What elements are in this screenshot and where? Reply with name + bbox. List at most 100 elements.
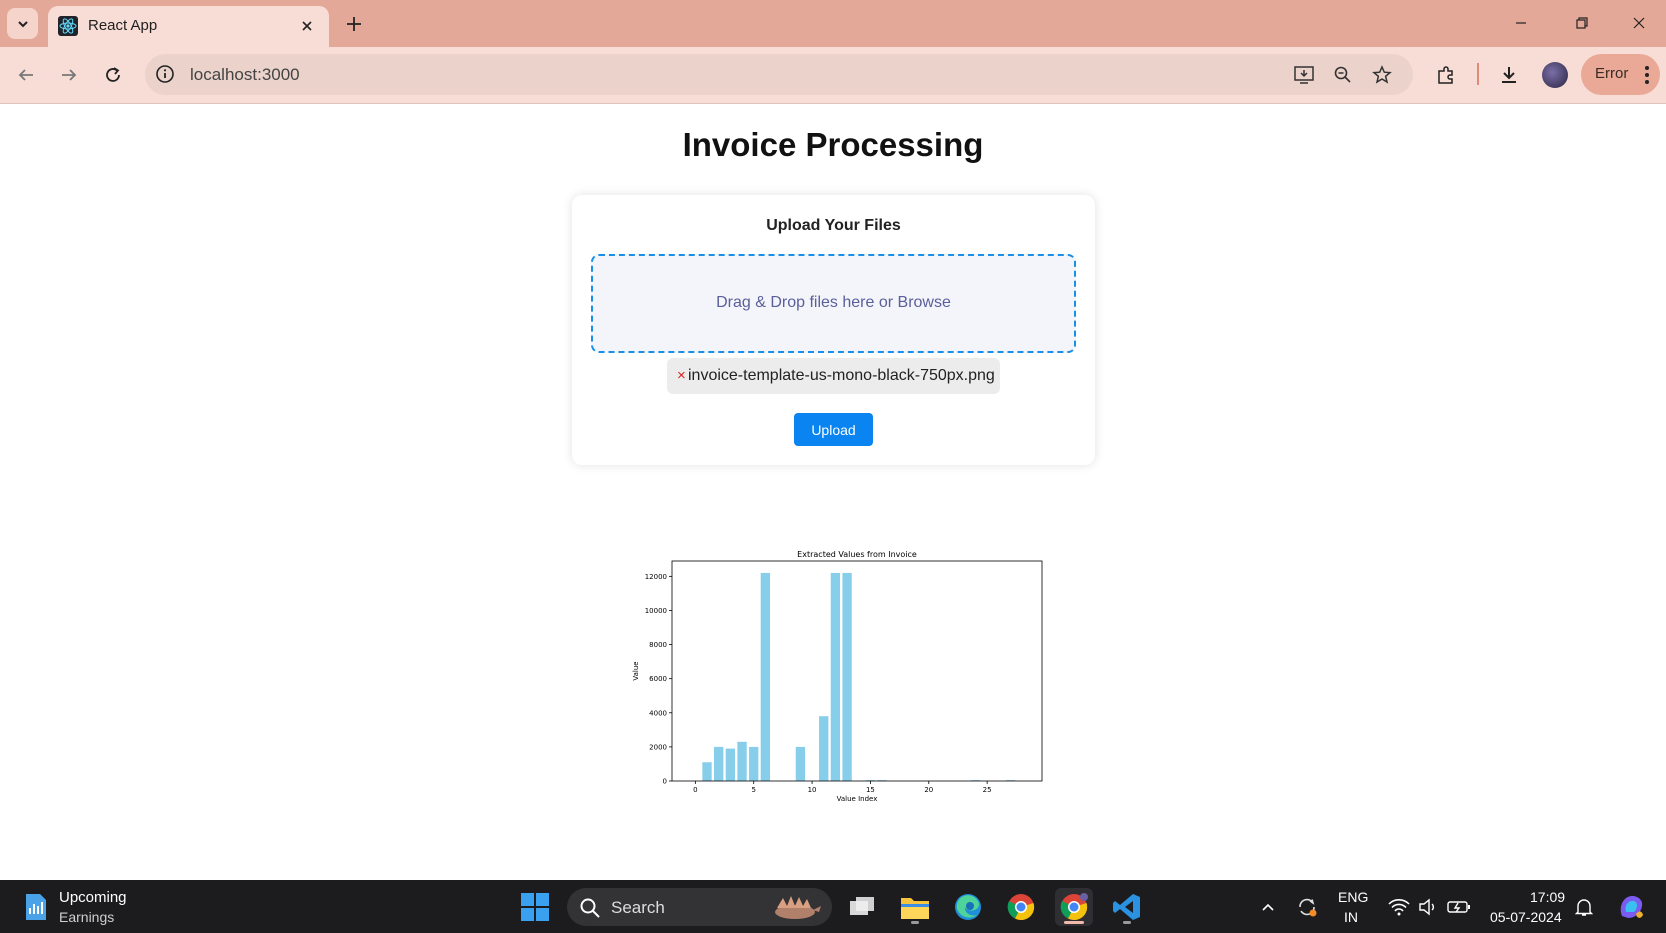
profile-error-button[interactable]: Error <box>1581 54 1660 95</box>
upload-card: Upload Your Files Drag & Drop files here… <box>572 195 1095 465</box>
region-indicator[interactable]: IN <box>1344 909 1358 925</box>
search-label: Search <box>611 898 665 917</box>
app-active-indicator <box>1064 921 1084 924</box>
bookmark-star-icon[interactable] <box>1371 64 1393 86</box>
extensions-icon[interactable] <box>1434 63 1458 87</box>
clock-time[interactable]: 17:09 <box>1530 889 1565 905</box>
profile-error-label: Error <box>1595 65 1629 82</box>
selected-file-chip: × invoice-template-us-mono-black-750px.p… <box>667 358 1000 394</box>
edge-browser-icon <box>955 894 981 920</box>
y-tick-label: 10000 <box>645 607 667 615</box>
x-axis-label: Value Index <box>837 795 878 803</box>
chart-axes-frame <box>671 560 1043 782</box>
address-bar[interactable]: localhost:3000 <box>145 54 1413 95</box>
forward-arrow-icon[interactable] <box>57 63 81 87</box>
zoom-icon[interactable] <box>1332 64 1354 86</box>
x-tick-label: 10 <box>808 786 817 794</box>
y-tick-label: 12000 <box>645 573 667 581</box>
browser-tab[interactable]: React App <box>48 6 329 47</box>
folder-icon <box>901 898 929 919</box>
x-tick-label: 15 <box>866 786 875 794</box>
chart-bar <box>842 572 852 781</box>
toolbar-divider <box>1477 63 1479 85</box>
y-axis-label: Value <box>632 661 640 680</box>
wifi-icon[interactable] <box>1387 895 1411 919</box>
dinosaur-highlight-icon <box>775 896 821 919</box>
widget-title[interactable]: Upcoming <box>59 889 127 906</box>
taskbar-search[interactable]: Search <box>567 888 832 926</box>
file-name: invoice-template-us-mono-black-750px.png <box>688 367 995 384</box>
windows-taskbar: Upcoming Earnings Search ENG IN 17:09 05… <box>0 880 1666 933</box>
x-tick-label: 0 <box>693 786 697 794</box>
taskbar-vscode[interactable] <box>1108 888 1146 926</box>
stocks-widget-icon[interactable] <box>22 892 50 922</box>
chart-bar <box>749 746 759 781</box>
download-icon[interactable] <box>1497 63 1521 87</box>
battery-icon[interactable] <box>1447 895 1471 919</box>
chart-title: Extracted Values from Invoice <box>797 550 917 559</box>
page-title: Invoice Processing <box>682 126 984 163</box>
taskbar-chrome[interactable] <box>1002 888 1040 926</box>
dropzone-text: Drag & Drop files here or Browse <box>716 294 951 311</box>
y-tick-label: 2000 <box>649 743 667 751</box>
taskbar-file-explorer[interactable] <box>896 888 934 926</box>
taskbar-edge[interactable] <box>949 888 987 926</box>
chart-bar <box>737 741 747 781</box>
volume-icon[interactable] <box>1416 895 1440 919</box>
y-tick-label: 8000 <box>649 641 667 649</box>
back-arrow-icon[interactable] <box>14 63 38 87</box>
url-text[interactable]: localhost:3000 <box>190 65 300 85</box>
remove-file-icon[interactable]: × <box>677 367 686 384</box>
chart-bar <box>830 572 841 781</box>
x-tick-label: 25 <box>983 786 992 794</box>
chrome-browser-icon <box>1007 894 1035 921</box>
y-tick-label: 0 <box>663 778 667 786</box>
sync-icon[interactable] <box>1295 895 1319 919</box>
tab-search-button[interactable] <box>7 8 38 39</box>
card-heading: Upload Your Files <box>766 217 901 234</box>
vscode-icon <box>1113 894 1140 920</box>
chart-bar <box>714 746 724 781</box>
clock-date[interactable]: 05-07-2024 <box>1490 909 1562 925</box>
search-icon <box>580 898 600 918</box>
windows-start-icon[interactable] <box>520 892 550 922</box>
taskbar-task-view[interactable] <box>843 888 881 926</box>
chart-bar <box>795 746 806 781</box>
chart-bar <box>760 572 771 781</box>
language-indicator[interactable]: ENG <box>1338 889 1368 905</box>
install-app-icon[interactable] <box>1293 64 1315 86</box>
tab-close-icon[interactable] <box>297 16 317 36</box>
react-logo-icon <box>58 16 78 36</box>
file-dropzone[interactable]: Drag & Drop files here or Browse <box>591 254 1076 353</box>
notification-bell-icon[interactable] <box>1572 895 1596 919</box>
chevron-up-icon[interactable] <box>1256 895 1280 919</box>
chevron-down-icon <box>17 20 28 27</box>
copilot-icon[interactable] <box>1616 892 1646 922</box>
extracted-values-chart: 0 5 10 15 20 25 0 2000 4000 6000 8000 10000 12000 Ext… <box>630 543 1050 805</box>
chart-bar <box>725 748 736 781</box>
close-window-icon[interactable] <box>1627 11 1651 35</box>
chart-bar <box>819 716 829 781</box>
more-options-icon[interactable] <box>1639 64 1655 86</box>
y-tick-label: 4000 <box>649 709 667 717</box>
browser-toolbar: localhost:3000 Error <box>0 47 1666 104</box>
tab-title: React App <box>88 17 158 34</box>
site-info-icon[interactable] <box>155 64 175 84</box>
y-tick-label: 6000 <box>649 675 667 683</box>
reload-icon[interactable] <box>101 63 125 87</box>
restore-icon[interactable] <box>1570 11 1594 35</box>
profile-avatar[interactable] <box>1542 62 1568 88</box>
task-view-icon <box>850 897 874 915</box>
app-running-indicator <box>1123 921 1131 924</box>
x-tick-label: 20 <box>924 786 933 794</box>
minimize-icon[interactable] <box>1509 11 1533 35</box>
bar-chart-svg: 0 5 10 15 20 25 0 2000 4000 6000 8000 10000 12000 Ext… <box>632 550 1043 803</box>
upload-button[interactable]: Upload <box>794 413 873 446</box>
browser-tabstrip: React App <box>0 0 1666 47</box>
chart-bar <box>702 762 712 781</box>
app-running-indicator <box>911 921 919 924</box>
chrome-profile-icon <box>1060 893 1088 921</box>
widget-subtitle[interactable]: Earnings <box>59 909 114 925</box>
new-tab-icon[interactable] <box>342 12 366 36</box>
taskbar-chrome-profile[interactable] <box>1055 888 1093 926</box>
